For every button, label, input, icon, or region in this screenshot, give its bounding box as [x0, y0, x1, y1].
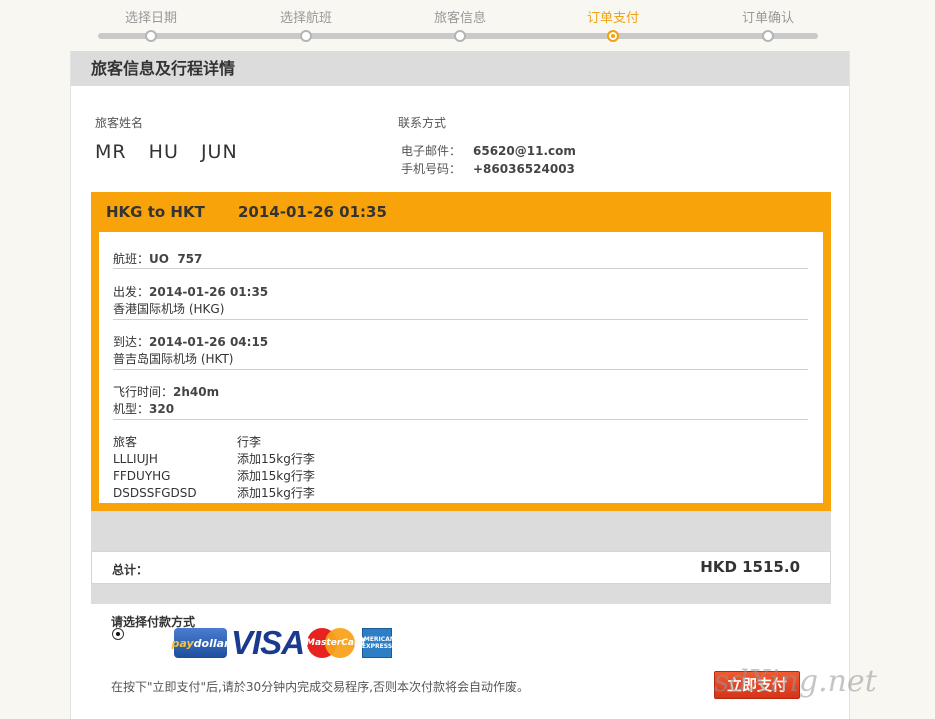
- baggage-cell: 添加15kg行李: [237, 486, 315, 500]
- step-dot: [454, 30, 466, 42]
- arrival-airport: 普吉岛国际机场 (HKT): [113, 352, 234, 366]
- passengers-header: 旅客: [113, 435, 138, 449]
- table-header: 旅客 行李: [113, 434, 315, 451]
- passenger-cell: DSDSSFGDSD: [113, 486, 197, 500]
- step-label: 订单确认: [741, 11, 794, 26]
- table-row: LLLIUJH 添加15kg行李: [113, 451, 315, 468]
- baggage-cell: 添加15kg行李: [237, 469, 315, 483]
- step-order-payment: 订单支付: [548, 0, 678, 42]
- step-select-date: 选择日期: [86, 0, 216, 42]
- passenger-cell: FFDUYHG: [113, 469, 171, 483]
- aircraft-label: 机型：: [113, 402, 150, 416]
- passenger-baggage-table: 旅客 行李 LLLIUJH 添加15kg行李 FFDUYHG 添加15kg行李 …: [113, 434, 315, 502]
- total-label: 总计：: [112, 563, 149, 577]
- booking-card: 旅客信息及行程详情 旅客姓名 MR HU JUN 联系方式 电子邮件： 65620…: [70, 51, 850, 719]
- step-label: 选择航班: [279, 11, 332, 26]
- email-label: 电子邮件：: [401, 144, 462, 158]
- passenger-name-label: 旅客姓名: [95, 116, 144, 130]
- mastercard-logo: MasterCard: [306, 627, 365, 659]
- baggage-cell: 添加15kg行李: [237, 452, 315, 466]
- flight-datetime: 2014-01-26 01:35: [238, 203, 387, 221]
- visa-logo: VISA: [231, 624, 305, 661]
- phone-value: +86036524003: [473, 162, 575, 176]
- step-dot: [300, 30, 312, 42]
- arrival-label: 到达：: [113, 335, 150, 349]
- passenger-name: MR HU JUN: [95, 141, 238, 163]
- mastercard-logo-text: MasterCard: [306, 638, 365, 648]
- flight-details: 航班：UO 757 出发：2014-01-26 01:35 香港国际机场 (HK…: [99, 232, 823, 503]
- aircraft-value: 320: [149, 402, 175, 416]
- arrival-row: 到达：2014-01-26 04:15 普吉岛国际机场 (HKT): [113, 334, 808, 370]
- section-title: 旅客信息及行程详情: [91, 59, 236, 78]
- flight-number-label: 航班：: [113, 252, 150, 266]
- duration-label: 飞行时间：: [113, 385, 174, 399]
- departure-row: 出发：2014-01-26 01:35 香港国际机场 (HKG): [113, 284, 808, 320]
- step-dot: [607, 30, 619, 42]
- step-dot: [145, 30, 157, 42]
- paydollar-logo-pay: pay: [171, 636, 194, 650]
- step-label: 订单支付: [586, 11, 639, 26]
- contact-email-row: 电子邮件： 65620@11.com: [401, 142, 576, 159]
- email-value: 65620@11.com: [473, 144, 576, 158]
- separator-band: [91, 511, 831, 551]
- total-amount: HKD 1515.0: [700, 558, 800, 576]
- payment-note: 在按下"立即支付"后,请於30分钟内完成交易程序,否则本次付款将会自动作废。: [111, 680, 529, 694]
- step-select-flight: 选择航班: [241, 0, 371, 42]
- table-row: DSDSSFGDSD 添加15kg行李: [113, 485, 315, 502]
- flight-route: HKG to HKT: [106, 203, 205, 221]
- step-label: 选择日期: [124, 11, 177, 26]
- flight-box: HKG to HKT 2014-01-26 01:35 航班：UO 757 出发…: [91, 192, 831, 511]
- step-dot: [762, 30, 774, 42]
- table-row: FFDUYHG 添加15kg行李: [113, 468, 315, 485]
- contact-phone-row: 手机号码： +86036524003: [401, 160, 575, 177]
- step-label: 旅客信息: [433, 11, 486, 26]
- step-order-confirm: 订单确认: [703, 0, 833, 42]
- flight-number-row: 航班：UO 757: [113, 251, 808, 269]
- flight-number: UO 757: [149, 252, 203, 266]
- section-header: 旅客信息及行程详情: [71, 51, 849, 86]
- baggage-header: 行李: [237, 435, 262, 449]
- arrival-time: 2014-01-26 04:15: [149, 335, 269, 349]
- contact-label: 联系方式: [398, 116, 447, 130]
- paydollar-logo-dollar: dollar: [193, 636, 230, 650]
- separator-band: [91, 584, 831, 604]
- paydollar-logo: pay dollar: [171, 628, 230, 658]
- payment-radio[interactable]: [112, 628, 124, 640]
- total-row: 总计： HKD 1515.0: [91, 551, 831, 584]
- departure-airport: 香港国际机场 (HKG): [113, 302, 225, 316]
- duration-value: 2h40m: [173, 385, 220, 399]
- amex-logo: AMERICAN EXPRESS: [359, 628, 395, 658]
- progress-steps: 选择日期 选择航班 旅客信息 订单支付 订单确认: [98, 0, 820, 46]
- departure-time: 2014-01-26 01:35: [149, 285, 269, 299]
- duration-aircraft-row: 飞行时间：2h40m 机型：320: [113, 384, 808, 420]
- payment-logos: pay dollar VISA MasterCard AMERICAN EXPRE…: [171, 624, 395, 661]
- passenger-cell: LLLIUJH: [113, 452, 158, 466]
- departure-label: 出发：: [113, 285, 150, 299]
- step-passenger-info: 旅客信息: [395, 0, 525, 42]
- phone-label: 手机号码：: [401, 162, 462, 176]
- watermark: sdXing.net: [714, 664, 877, 699]
